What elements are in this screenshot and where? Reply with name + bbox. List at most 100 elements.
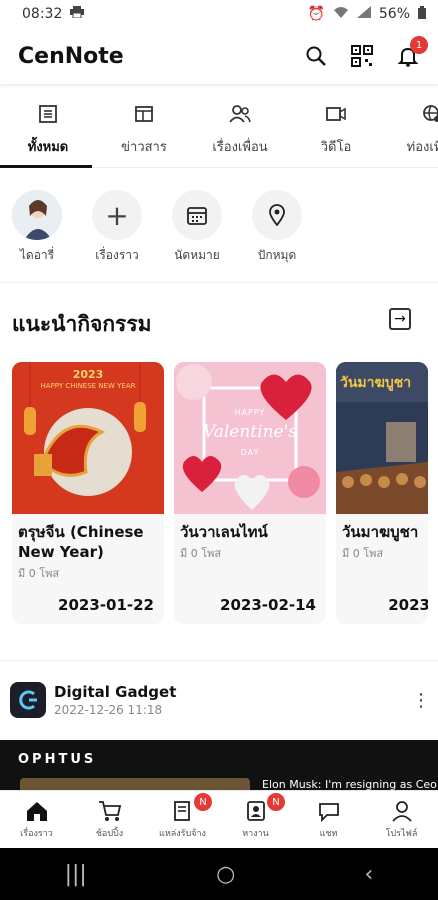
tab-label: ข่าวสาร [121, 140, 167, 155]
video-icon [326, 107, 346, 121]
nav-badge: N [267, 793, 285, 811]
list-icon [39, 105, 57, 123]
card-post-count: มี 0 โพส [342, 547, 384, 560]
back-icon[interactable]: ‹ [365, 862, 374, 887]
nav-label: โปรไฟล์ [385, 828, 418, 839]
qr-code-icon[interactable] [350, 44, 374, 68]
profile-icon [391, 800, 412, 822]
channel-logo[interactable] [10, 682, 46, 718]
travel-icon [423, 105, 438, 122]
printer-icon [70, 6, 85, 22]
home-icon [26, 801, 47, 821]
more-options-icon[interactable]: ⋮ [412, 690, 430, 711]
nav-jobs-source[interactable]: N แหล่งรับจ้าง [146, 791, 219, 848]
bell-icon[interactable]: 1 [396, 36, 428, 68]
card-date: 2023 [388, 596, 428, 614]
nav-label: แชท [319, 828, 338, 839]
section-title: แนะนำกิจกรรม [12, 312, 152, 336]
see-all-arrow-icon[interactable]: → [389, 308, 411, 330]
wifi-icon [333, 6, 349, 22]
bottom-navigation: เรื่องราว ช้อปปิ้ง N แหล่งรับจ้าง N หางา… [0, 790, 438, 848]
tab-news[interactable]: ข่าวสาร [96, 92, 192, 167]
shortcut-label: นัดหมาย [174, 248, 220, 262]
card-image: วันมาฆบูชา [336, 362, 428, 514]
chat-icon [318, 802, 339, 822]
battery-icon [418, 5, 426, 23]
nav-chat[interactable]: แชท [292, 791, 365, 848]
card-date: 2023-01-22 [58, 596, 154, 614]
shortcut-diary[interactable]: ไดอารี่ [10, 190, 64, 265]
app-title: CenNote [18, 43, 124, 69]
post-timestamp: 2022-12-26 11:18 [54, 703, 163, 717]
card-banner-year: 2023 [72, 368, 104, 381]
activity-card[interactable]: HAPPY Valentine's DAY วันวาเลนไทน์ มี 0 … [174, 362, 326, 624]
friends-icon [229, 105, 251, 123]
nav-label: แหล่งรับจ้าง [159, 828, 206, 839]
divider [0, 660, 438, 661]
recent-apps-icon[interactable]: ||| [65, 862, 87, 887]
shortcut-label: ปักหมุด [257, 248, 297, 262]
resume-icon [246, 800, 265, 821]
tab-all[interactable]: ทั้งหมด [0, 92, 96, 168]
calendar-icon [187, 207, 207, 225]
nav-story[interactable]: เรื่องราว [0, 791, 73, 848]
post-header: Digital Gadget 2022-12-26 11:18 ⋮ [10, 680, 430, 720]
home-button-icon[interactable]: ○ [216, 862, 235, 887]
nav-badge: N [194, 793, 212, 811]
card-banner-text: HAPPY CHINESE NEW YEAR [40, 382, 136, 390]
activity-card[interactable]: 2023 HAPPY CHINESE NEW YEAR ตรุษจีน (Chi… [12, 362, 164, 624]
tab-travel[interactable]: ท่องเที่ยว [384, 92, 438, 167]
avatar [12, 190, 62, 240]
card-title: ตรุษจีน (Chinese New Year) [18, 523, 144, 561]
shortcut-label: ไดอารี่ [19, 248, 55, 262]
news-icon [135, 106, 153, 122]
card-banner-top: HAPPY [234, 408, 266, 417]
card-banner-bottom: DAY [240, 448, 260, 457]
alarm-icon: ⏰ [307, 6, 325, 22]
card-title: วันวาเลนไทน์ [180, 523, 268, 541]
notification-badge: 1 [410, 36, 428, 54]
tab-label: ท่องเที่ยว [406, 140, 438, 155]
tab-label: วิดีโอ [320, 140, 352, 155]
card-image: 2023 HAPPY CHINESE NEW YEAR [12, 362, 164, 514]
tab-label: ทั้งหมด [27, 140, 69, 155]
status-time: 08:32 [22, 6, 63, 22]
card-banner-text: Valentine's [203, 422, 297, 442]
channel-name[interactable]: Digital Gadget [54, 683, 176, 701]
cart-icon [98, 800, 121, 821]
plus-icon: + [105, 198, 129, 232]
shortcut-row: ไดอารี่ + เรื่องราว นัดหมาย ปักหมุด [10, 190, 304, 265]
category-tabs: ทั้งหมด ข่าวสาร เรื่องเพื่อน วิดีโอ ท่อง… [0, 92, 438, 168]
shortcut-pin[interactable]: ปักหมุด [250, 190, 304, 265]
tab-video[interactable]: วิดีโอ [288, 92, 384, 167]
card-image: HAPPY Valentine's DAY [174, 362, 326, 514]
nav-profile[interactable]: โปรไฟล์ [365, 791, 438, 848]
battery-percent: 56% [378, 6, 410, 22]
shortcut-appointment[interactable]: นัดหมาย [170, 190, 224, 265]
nav-find-job[interactable]: N หางาน [219, 791, 292, 848]
job-icon [173, 800, 190, 821]
shortcut-story[interactable]: + เรื่องราว [90, 190, 144, 265]
card-title: วันมาฆบูชา [342, 523, 419, 541]
card-banner-text: วันมาฆบูชา [340, 375, 412, 391]
card-post-count: มี 0 โพส [18, 567, 60, 580]
status-bar: 08:32 ⏰ 56% [0, 0, 438, 28]
card-date: 2023-02-14 [220, 596, 316, 614]
tab-friends[interactable]: เรื่องเพื่อน [192, 92, 288, 167]
signal-icon [356, 6, 371, 22]
nav-label: หางาน [242, 828, 269, 839]
system-nav-bar: ||| ○ ‹ [0, 848, 438, 900]
card-post-count: มี 0 โพส [180, 547, 222, 560]
tab-label: เรื่องเพื่อน [212, 140, 268, 155]
pin-icon [269, 204, 285, 226]
nav-label: เรื่องราว [20, 828, 53, 839]
activity-carousel: 2023 HAPPY CHINESE NEW YEAR ตรุษจีน (Chi… [12, 362, 428, 624]
media-brand: OPHTUS [18, 752, 97, 767]
shortcut-label: เรื่องราว [95, 248, 139, 262]
nav-label: ช้อปปิ้ง [95, 828, 124, 839]
app-bar: CenNote 1 [0, 28, 438, 84]
divider [0, 282, 438, 283]
search-icon[interactable] [304, 44, 328, 68]
nav-shopping[interactable]: ช้อปปิ้ง [73, 791, 146, 848]
activity-card[interactable]: วันมาฆบูชา วันมาฆบูชา มี 0 โพส 2023 [336, 362, 428, 624]
